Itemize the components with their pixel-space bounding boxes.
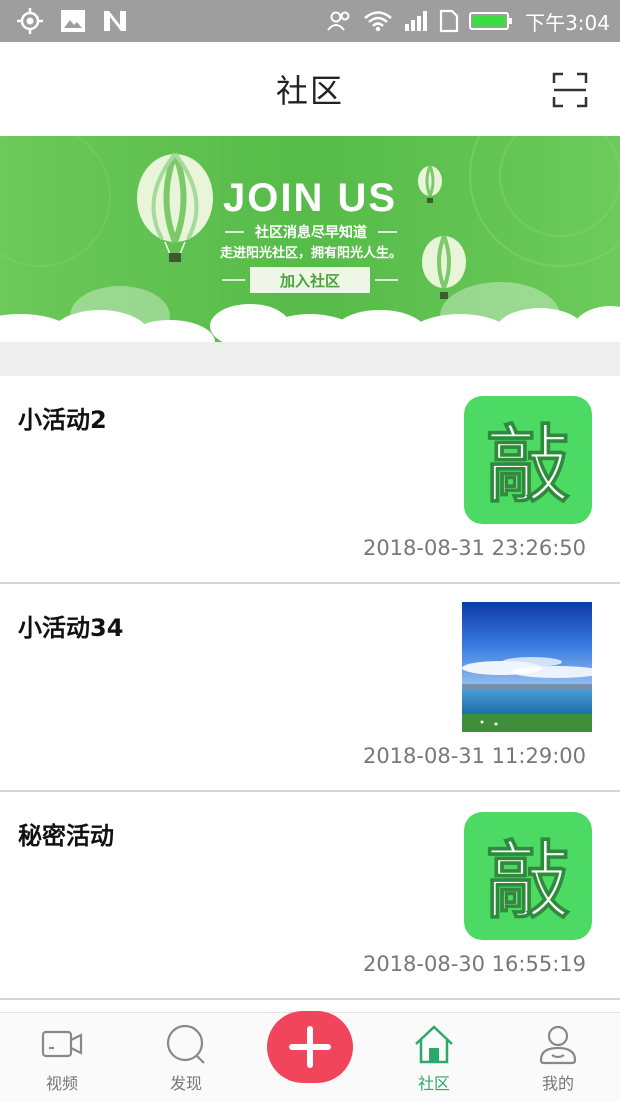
nav-mine-label: 我的 <box>541 1074 574 1093</box>
banner-headline: JOIN US <box>223 176 397 220</box>
nav-community[interactable]: 社区 <box>372 1013 496 1102</box>
nav-discover-label: 发现 <box>169 1074 202 1093</box>
item-timestamp: 2018-08-31 23:26:50 <box>362 536 586 560</box>
image-icon <box>61 10 85 32</box>
wifi-icon <box>364 11 392 32</box>
thumb-glyph: 敲 <box>486 832 570 930</box>
user-icon <box>539 1025 577 1065</box>
list-item[interactable]: 小活动2 敲 2018-08-31 23:26:50 <box>0 376 620 584</box>
activity-list: 小活动2 敲 2018-08-31 23:26:50 小活动34 2018-08… <box>0 376 620 1000</box>
page-title: 社区 <box>275 72 344 110</box>
item-timestamp: 2018-08-30 16:55:19 <box>362 952 586 976</box>
nav-add[interactable] <box>248 1011 372 1102</box>
status-bar: 下午3:04 <box>0 0 620 42</box>
nav-video[interactable]: 视频 <box>0 1013 124 1102</box>
nav-video-label: 视频 <box>45 1074 78 1093</box>
n-app-icon <box>104 11 126 31</box>
banner-line2: 走进阳光社区，拥有阳光人生。 <box>220 245 402 261</box>
add-button[interactable] <box>267 1011 353 1083</box>
nav-mine[interactable]: 我的 <box>496 1013 620 1102</box>
item-title: 秘密活动 <box>18 822 114 850</box>
item-thumbnail: 敲 <box>464 396 592 524</box>
discover-icon <box>166 1024 205 1064</box>
signal-icon <box>405 11 428 31</box>
item-title: 小活动2 <box>18 406 107 434</box>
contacts-icon <box>327 11 350 31</box>
video-icon <box>41 1030 83 1058</box>
item-photo <box>462 602 592 732</box>
sim-icon <box>439 9 459 33</box>
list-item[interactable]: 小活动34 2018-08-31 11:29:00 <box>0 584 620 792</box>
join-community-banner[interactable]: JOIN US 社区消息尽早知道 走进阳光社区，拥有阳光人生。 加入社区 <box>0 136 620 342</box>
bottom-nav: 视频 发现 社区 我的 <box>0 1011 620 1102</box>
nav-discover[interactable]: 发现 <box>124 1013 248 1102</box>
banner-line1: 社区消息尽早知道 <box>254 224 367 241</box>
home-icon <box>415 1025 453 1064</box>
join-button-label: 加入社区 <box>279 272 340 290</box>
scan-icon[interactable] <box>550 70 590 110</box>
item-title: 小活动34 <box>18 614 124 642</box>
app-header: 社区 <box>0 42 620 136</box>
location-icon <box>17 8 43 34</box>
item-thumbnail: 敲 <box>464 812 592 940</box>
list-item[interactable]: 秘密活动 敲 2018-08-30 16:55:19 <box>0 792 620 1000</box>
nav-community-label: 社区 <box>417 1074 450 1093</box>
section-divider <box>0 342 620 376</box>
thumb-glyph: 敲 <box>486 416 570 514</box>
battery-icon <box>469 12 513 30</box>
clock: 下午3:04 <box>525 10 610 35</box>
plus-icon <box>289 1026 331 1068</box>
item-timestamp: 2018-08-31 11:29:00 <box>362 744 586 768</box>
